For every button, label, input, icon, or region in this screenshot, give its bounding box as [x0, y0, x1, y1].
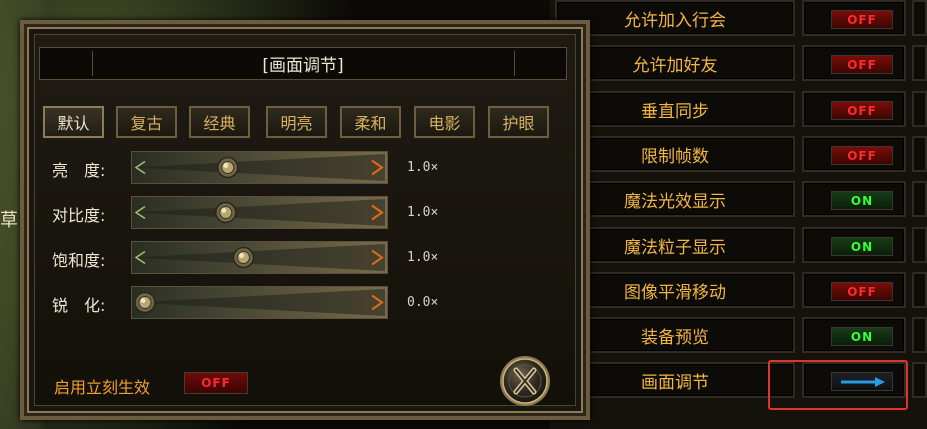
slider-track[interactable] [131, 241, 388, 274]
slider-label: 饱和度: [52, 251, 106, 270]
slider-track[interactable] [131, 196, 388, 229]
preset-button[interactable]: 默认 [43, 106, 104, 138]
settings-row: 图像平滑移动 OFF [550, 272, 927, 308]
dialog-title: [画面调节] [262, 56, 344, 76]
background-glyph: 草 [0, 210, 18, 231]
settings-toggle-cell: OFF [802, 91, 906, 127]
settings-row-edge [912, 91, 927, 127]
settings-row-label: 垂直同步 [555, 91, 795, 127]
slider-value: 0.0× [407, 295, 439, 310]
toggle-on-button[interactable]: ON [831, 327, 893, 346]
dialog-title-bar: [画面调节] [39, 47, 567, 80]
settings-row-label: 图像平滑移动 [555, 272, 795, 308]
settings-row-label: 魔法光效显示 [555, 181, 795, 217]
settings-row-edge [912, 272, 927, 308]
slider-track[interactable] [131, 286, 388, 319]
slider-row: 锐 化: 0.0× [52, 286, 472, 322]
settings-row: 限制帧数 OFF [550, 136, 927, 172]
settings-toggle-cell: OFF [802, 0, 906, 36]
slider-graphic [131, 241, 388, 274]
preset-buttons: 默认 复古 经典 明亮 柔和 电影 护眼 [43, 106, 573, 141]
toggle-off-button[interactable]: OFF [831, 10, 893, 29]
toggle-on-button[interactable]: ON [831, 191, 893, 210]
settings-toggle-cell: OFF [802, 45, 906, 81]
slider-graphic [131, 196, 388, 229]
settings-row-label: 魔法粒子显示 [555, 227, 795, 263]
toggle-on-button[interactable]: ON [831, 237, 893, 256]
close-x-icon [500, 356, 550, 406]
toggle-off-button[interactable]: OFF [831, 282, 893, 301]
settings-row: 允许加好友 OFF [550, 45, 927, 81]
slider-value: 1.0× [407, 205, 439, 220]
settings-toggle-cell: ON [802, 317, 906, 353]
toggle-off-button[interactable]: OFF [831, 55, 893, 74]
preset-button[interactable]: 明亮 [266, 106, 327, 138]
settings-row-label: 装备预览 [555, 317, 795, 353]
slider-label: 对比度: [52, 206, 106, 225]
picture-adjust-dialog: [画面调节] 默认 复古 经典 明亮 柔和 电影 护眼 亮 度: 1.0× 对比度: 1.0× 饱和… [20, 20, 590, 420]
settings-toggle-cell: OFF [802, 136, 906, 172]
slider-value: 1.0× [407, 160, 439, 175]
title-divider [92, 51, 93, 76]
preset-button[interactable]: 护眼 [488, 106, 549, 138]
settings-toggle-cell: OFF [802, 272, 906, 308]
slider-track[interactable] [131, 151, 388, 184]
settings-toggle-cell: ON [802, 181, 906, 217]
settings-row: 允许加入行会 OFF [550, 0, 927, 36]
settings-row: 垂直同步 OFF [550, 91, 927, 127]
title-divider [514, 51, 515, 76]
settings-row-edge [912, 0, 927, 36]
settings-row-label: 限制帧数 [555, 136, 795, 172]
toggle-off-button[interactable]: OFF [831, 146, 893, 165]
slider-row: 亮 度: 1.0× [52, 151, 472, 187]
settings-row-edge [912, 136, 927, 172]
settings-row-edge [912, 317, 927, 353]
instant-apply-label: 启用立刻生效 [54, 378, 151, 397]
preset-button[interactable]: 电影 [414, 106, 475, 138]
slider-graphic [131, 151, 388, 184]
close-button[interactable] [498, 354, 552, 408]
settings-row-edge [912, 45, 927, 81]
settings-row: 魔法光效显示 ON [550, 181, 927, 217]
settings-row: 魔法粒子显示 ON [550, 227, 927, 263]
slider-value: 1.0× [407, 250, 439, 265]
settings-row-label: 允许加好友 [555, 45, 795, 81]
slider-label: 锐 化: [52, 296, 106, 315]
settings-row-edge [912, 362, 927, 398]
settings-row-edge [912, 181, 927, 217]
settings-row-edge [912, 227, 927, 263]
slider-label: 亮 度: [52, 161, 106, 180]
highlight-box [768, 360, 908, 410]
slider-row: 饱和度: 1.0× [52, 241, 472, 277]
instant-apply-toggle[interactable]: OFF [184, 372, 248, 394]
toggle-off-button[interactable]: OFF [831, 101, 893, 120]
preset-button[interactable]: 复古 [116, 106, 177, 138]
preset-button[interactable]: 经典 [189, 106, 250, 138]
settings-row-label: 允许加入行会 [555, 0, 795, 36]
settings-row: 装备预览 ON [550, 317, 927, 353]
slider-graphic [131, 286, 388, 319]
settings-row-label: 画面调节 [555, 362, 795, 398]
preset-button[interactable]: 柔和 [340, 106, 401, 138]
slider-row: 对比度: 1.0× [52, 196, 472, 232]
settings-toggle-cell: ON [802, 227, 906, 263]
